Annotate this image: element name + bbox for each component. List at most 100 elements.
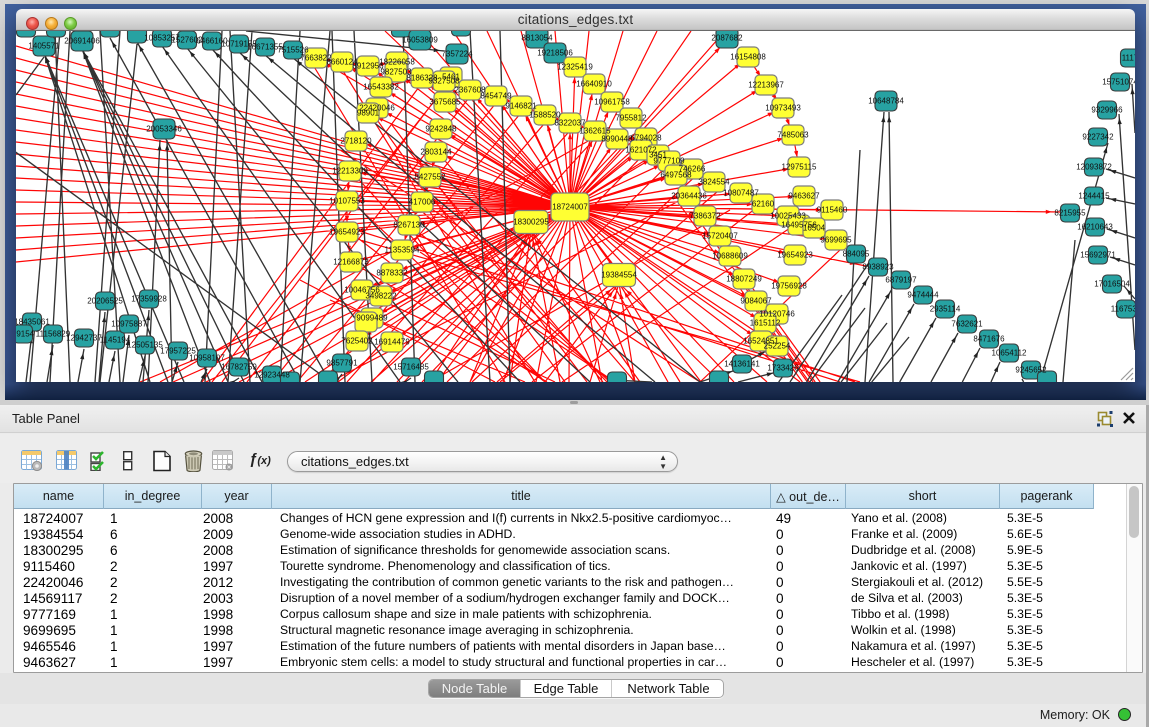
- svg-text:16210643: 16210643: [1077, 223, 1113, 232]
- svg-text:8938923: 8938923: [862, 263, 894, 272]
- svg-text:16543382: 16543382: [363, 83, 399, 92]
- svg-text:7955812: 7955812: [615, 114, 647, 123]
- svg-text:12325419: 12325419: [557, 63, 593, 72]
- svg-text:2803144: 2803144: [420, 148, 452, 157]
- svg-text:9329966: 9329966: [1091, 106, 1123, 115]
- svg-text:19756928: 19756928: [771, 282, 807, 291]
- svg-text:3675685: 3675685: [429, 98, 461, 107]
- svg-text:62160: 62160: [752, 200, 775, 209]
- svg-text:10958107: 10958107: [189, 354, 225, 363]
- svg-text:252254: 252254: [764, 342, 791, 351]
- svg-text:12213309: 12213309: [332, 167, 368, 176]
- svg-text:8267130: 8267130: [393, 221, 425, 230]
- svg-text:10973493: 10973493: [765, 104, 801, 113]
- svg-text:7625402: 7625402: [341, 337, 373, 346]
- svg-text:10025433: 10025433: [770, 212, 806, 221]
- svg-text:10654112: 10654112: [992, 349, 1028, 358]
- svg-text:9699695: 9699695: [820, 236, 852, 245]
- svg-text:10975887: 10975887: [111, 320, 147, 329]
- svg-text:16914479: 16914479: [374, 338, 410, 347]
- svg-text:9463627: 9463627: [788, 192, 820, 201]
- svg-text:1615112: 1615112: [750, 319, 781, 328]
- svg-text:1145194: 1145194: [100, 336, 131, 345]
- svg-text:3498222: 3498222: [365, 292, 397, 301]
- svg-text:15720407: 15720407: [702, 232, 738, 241]
- svg-text:1167533: 1167533: [1111, 305, 1135, 314]
- svg-text:8454749: 8454749: [480, 92, 512, 101]
- svg-text:10688609: 10688609: [712, 252, 748, 261]
- svg-text:12975115: 12975115: [782, 163, 818, 172]
- svg-text:9115460: 9115460: [817, 206, 848, 215]
- svg-text:9227342: 9227342: [1082, 133, 1114, 142]
- svg-text:1117: 1117: [1122, 54, 1135, 63]
- svg-text:16640910: 16640910: [576, 80, 612, 89]
- svg-text:9242848: 9242848: [425, 125, 457, 134]
- svg-text:11353594: 11353594: [385, 246, 421, 255]
- svg-text:6879197: 6879197: [885, 276, 917, 285]
- svg-text:18435061: 18435061: [16, 318, 50, 327]
- svg-text:7632621: 7632621: [951, 320, 983, 329]
- svg-text:8215955: 8215955: [1054, 209, 1086, 218]
- svg-text:18226058: 18226058: [379, 58, 415, 67]
- svg-text:19654923: 19654923: [777, 251, 813, 260]
- svg-text:12213967: 12213967: [748, 81, 784, 90]
- svg-text:98901: 98901: [357, 109, 380, 118]
- svg-text:7386372: 7386372: [689, 212, 721, 221]
- svg-text:17359928: 17359928: [131, 295, 167, 304]
- svg-text:2087682: 2087682: [711, 34, 743, 43]
- svg-text:20053346: 20053346: [146, 125, 182, 134]
- svg-text:1244415: 1244415: [1078, 192, 1110, 201]
- svg-text:20691406: 20691406: [64, 37, 100, 46]
- svg-text:9245652: 9245652: [1015, 366, 1047, 375]
- svg-text:884095: 884095: [843, 250, 870, 259]
- svg-text:8878332: 8878332: [376, 269, 408, 278]
- svg-text:9099489: 9099489: [356, 314, 388, 323]
- svg-text:18724007: 18724007: [552, 203, 588, 212]
- svg-text:6794028: 6794028: [630, 134, 662, 143]
- svg-text:12942737: 12942737: [66, 334, 102, 343]
- svg-text:15716485: 15716485: [393, 363, 429, 372]
- svg-text:1733426: 1733426: [767, 364, 799, 373]
- svg-text:10807487: 10807487: [723, 189, 759, 198]
- svg-text:15692971: 15692971: [1080, 251, 1116, 260]
- svg-text:7357224: 7357224: [441, 50, 473, 59]
- svg-text:3824554: 3824554: [698, 178, 730, 187]
- svg-text:9474444: 9474444: [907, 291, 939, 300]
- svg-text:10648784: 10648784: [868, 97, 904, 106]
- svg-text:417006: 417006: [409, 198, 436, 207]
- svg-text:19384554: 19384554: [601, 271, 637, 280]
- svg-text:16504: 16504: [803, 224, 826, 233]
- svg-text:20364436: 20364436: [671, 192, 707, 201]
- svg-text:1405571: 1405571: [28, 42, 60, 51]
- svg-text:12505135: 12505135: [127, 341, 163, 350]
- svg-text:9146821: 9146821: [505, 102, 537, 111]
- svg-text:12923448: 12923448: [254, 371, 290, 380]
- svg-text:8813054: 8813054: [521, 34, 553, 43]
- svg-text:39154: 39154: [16, 330, 35, 339]
- svg-text:19654923: 19654923: [329, 228, 365, 237]
- svg-text:10120746: 10120746: [759, 310, 795, 319]
- svg-text:12166873: 12166873: [333, 258, 369, 267]
- svg-text:8990448: 8990448: [601, 135, 633, 144]
- svg-text:16053809: 16053809: [402, 36, 438, 45]
- svg-text:2935114: 2935114: [930, 305, 961, 314]
- svg-text:16782759: 16782759: [221, 363, 257, 372]
- svg-text:17016504: 17016504: [1094, 280, 1130, 289]
- svg-text:10107553: 10107553: [329, 197, 365, 206]
- svg-text:9327508: 9327508: [428, 77, 460, 86]
- svg-text:2718120: 2718120: [340, 137, 372, 146]
- svg-text:9857791: 9857791: [326, 359, 358, 368]
- svg-text:15751074: 15751074: [1102, 78, 1135, 87]
- svg-text:18807249: 18807249: [726, 275, 762, 284]
- svg-text:20206525: 20206525: [87, 297, 123, 306]
- svg-text:16154808: 16154808: [730, 53, 766, 62]
- svg-text:8427552: 8427552: [414, 173, 446, 182]
- svg-text:10961758: 10961758: [594, 98, 630, 107]
- svg-text:14136141: 14136141: [724, 360, 760, 369]
- svg-text:7485063: 7485063: [777, 131, 809, 140]
- svg-text:8471676: 8471676: [973, 335, 1005, 344]
- svg-text:18300295: 18300295: [513, 218, 549, 227]
- svg-text:6497568: 6497568: [660, 171, 692, 180]
- svg-text:12093872: 12093872: [1076, 163, 1112, 172]
- svg-text:19218506: 19218506: [537, 49, 573, 58]
